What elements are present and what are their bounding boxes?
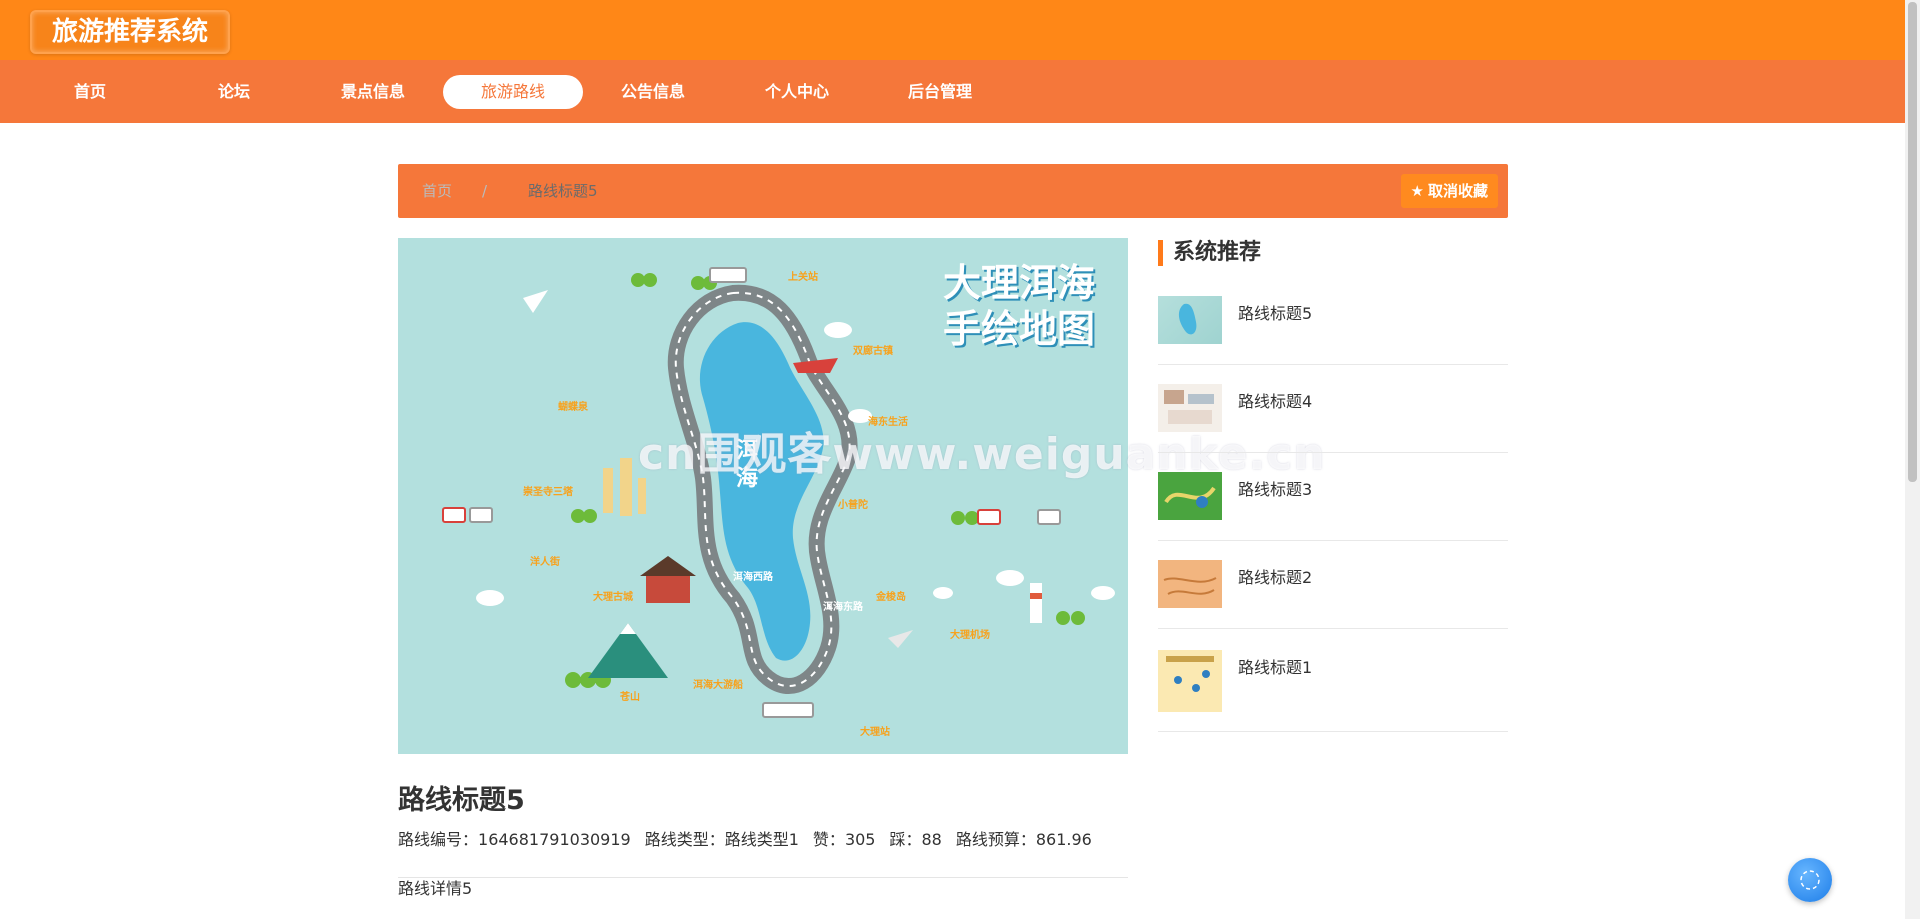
route-code: 164681791030919 [478,830,631,849]
breadcrumb: 首页 / 路线标题5 ★ 取消收藏 [398,164,1508,218]
dislike-count: 88 [921,830,942,849]
breadcrumb-current: 路线标题5 [528,182,598,200]
map-label: 苍山 [620,692,640,703]
nav-item-notices[interactable]: 公告信息 [583,75,723,109]
nav-item-attractions[interactable]: 景点信息 [303,75,443,109]
top-header: 旅游推荐系统 [0,0,1905,60]
map-label: 小普陀 [838,500,868,511]
back-to-top-button[interactable] [1788,858,1832,902]
page-scrollbar[interactable] [1905,0,1920,919]
dislike-label: 踩： [889,830,922,849]
recommend-item-label: 路线标题2 [1238,568,1313,587]
recommend-item-label: 路线标题5 [1238,304,1313,323]
map-title-line1: 大理洱海 [943,261,1096,305]
map-label: 上关站 [788,272,818,283]
nav-item-home[interactable]: 首页 [20,75,160,109]
recommend-thumbnail [1158,650,1222,712]
map-label: 大理站 [860,727,890,738]
route-type: 路线类型1 [724,830,799,849]
route-code-label: 路线编号： [398,830,479,849]
budget-value: 861.96 [1035,830,1092,849]
nav-item-forum[interactable]: 论坛 [164,75,304,109]
divider [398,877,1128,878]
route-meta: 路线编号：164681791030919 路线类型：路线类型1 赞：305 踩：88 路… [398,826,1092,850]
recommend-item[interactable]: 路线标题5 [1158,276,1508,365]
route-title: 路线标题5 [398,785,525,816]
map-label: 金梭岛 [876,592,906,603]
nav-item-routes[interactable]: 旅游路线 [443,75,583,109]
orbit-icon [1800,870,1820,890]
recommend-item-label: 路线标题3 [1238,480,1313,499]
recommend-item-label: 路线标题4 [1238,392,1313,411]
route-type-label: 路线类型： [644,830,725,849]
map-label: 崇圣寺三塔 [523,487,573,498]
map-label: 大理机场 [950,630,990,641]
recommend-thumbnail [1158,384,1222,432]
map-label: 双廊古镇 [853,346,893,357]
unfavorite-button[interactable]: ★ 取消收藏 [1400,174,1498,208]
map-label: 洋人街 [530,557,560,568]
route-detail: 路线详情5 [398,879,473,898]
star-icon: ★ [1410,182,1424,200]
recommend-item[interactable]: 路线标题4 [1158,364,1508,453]
breadcrumb-home-link[interactable]: 首页 [422,164,452,218]
map-label: 洱海东路 [823,602,863,613]
map-title: 大理洱海 手绘地图 [943,260,1095,352]
recommend-item[interactable]: 路线标题1 [1158,628,1508,732]
budget-label: 路线预算： [955,830,1036,849]
map-label: 洱海大游船 [693,680,743,691]
recommend-item[interactable]: 路线标题2 [1158,540,1508,629]
recommend-title: 系统推荐 [1158,240,1261,266]
route-map-image: 大理洱海 手绘地图 洱海 上关站 双廊古镇 海东生活 蝴蝶泉 崇圣寺三塔 洱海西… [398,238,1128,754]
recommend-item[interactable]: 路线标题3 [1158,452,1508,541]
map-label: 大理古城 [593,592,633,603]
unfavorite-label: 取消收藏 [1427,182,1488,200]
like-label: 赞： [812,830,845,849]
like-count: 305 [844,830,876,849]
nav-item-admin[interactable]: 后台管理 [870,75,1010,109]
recommend-thumbnail [1158,296,1222,344]
recommend-thumbnail [1158,560,1222,608]
recommend-item-label: 路线标题1 [1238,658,1313,677]
map-label: 蝴蝶泉 [558,402,588,413]
map-label: 洱海西路 [733,572,773,583]
breadcrumb-separator: / [482,182,488,200]
scrollbar-thumb[interactable] [1908,2,1917,482]
map-title-line2: 手绘地图 [943,307,1096,351]
recommend-thumbnail [1158,472,1222,520]
nav-item-profile[interactable]: 个人中心 [727,75,867,109]
app-title[interactable]: 旅游推荐系统 [30,10,231,54]
main-nav: 首页 论坛 景点信息 旅游路线 公告信息 个人中心 后台管理 [0,60,1905,123]
